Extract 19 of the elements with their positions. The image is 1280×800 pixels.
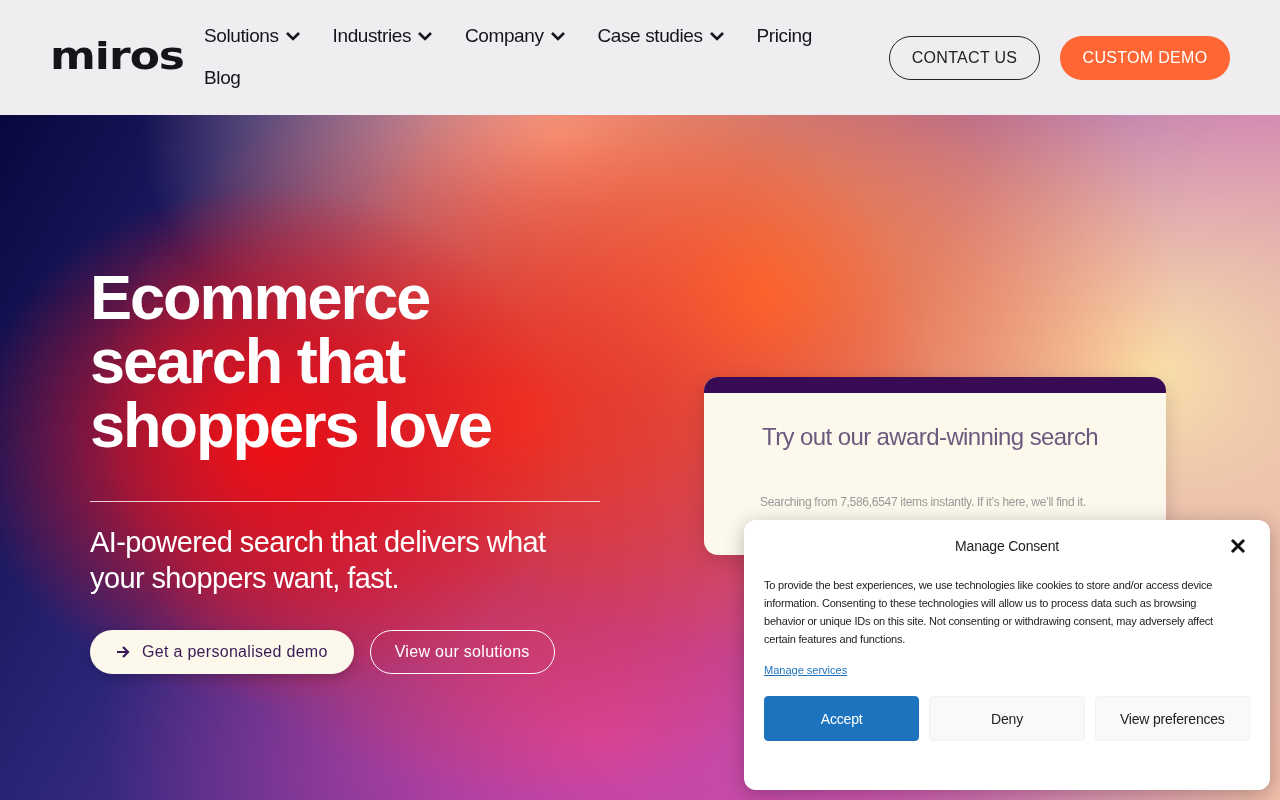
- logo[interactable]: miros: [50, 37, 185, 75]
- card-title: Try out our award-winning search: [761, 422, 1100, 451]
- hero-subtitle: AI-powered search that delivers what your shoppers want, fast.: [90, 525, 547, 596]
- nav-link[interactable]: Solutions: [204, 22, 301, 50]
- nav-link[interactable]: Blog: [204, 64, 241, 92]
- manage-services-link[interactable]: Manage services: [764, 664, 848, 676]
- close-button[interactable]: [1228, 536, 1248, 556]
- nav-link[interactable]: Pricing: [756, 22, 812, 50]
- nav-link[interactable]: Case studies: [597, 22, 725, 50]
- consent-button[interactable]: View preferences: [1094, 696, 1250, 741]
- nav-link[interactable]: Company: [465, 22, 566, 50]
- demo-button[interactable]: Get a personalised demo: [90, 630, 354, 674]
- dialog-title: Manage Consent: [955, 538, 1059, 554]
- card-note: Searching from 7,586,6547 items instantly. If it’s here, we’ll find it.: [759, 494, 1087, 509]
- consent-button[interactable]: Accept: [764, 696, 920, 741]
- arrow-right-icon: [116, 645, 130, 659]
- dialog-text: To provide the best experiences, we use technologies like cookies to store and/or access device information. Consenting to these technologies will allow us to process data such as browsing behavior or unique IDs on this site. Not consenting or withdrawing consent, may adversely affect certain features and functions.: [764, 578, 1214, 647]
- consent-button[interactable]: Deny: [929, 696, 1085, 741]
- nav-link[interactable]: Industries: [332, 22, 433, 50]
